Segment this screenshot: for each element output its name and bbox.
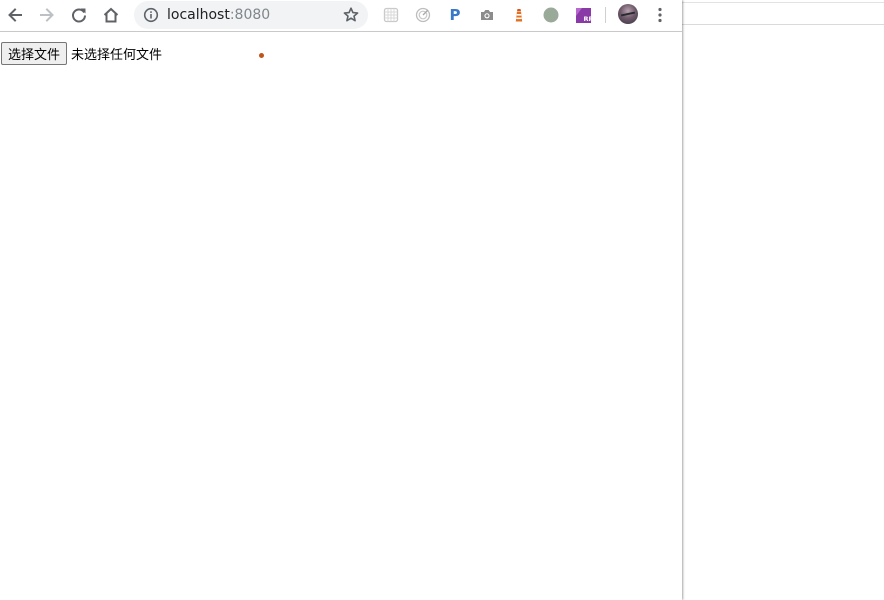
choose-file-button[interactable]: 选择文件 [1, 42, 68, 65]
menu-dots-icon[interactable] [652, 5, 668, 25]
ext-lighthouse-icon[interactable] [510, 6, 528, 24]
ext-p-label: P [449, 6, 461, 24]
ext-rp-icon[interactable]: RP [574, 6, 592, 24]
file-input[interactable]: 选择文件 未选择任何文件 [1, 42, 162, 65]
browser-window: localhost:8080 P RP 选择文件 未选择任何文件 [0, 0, 682, 600]
svg-text:RP: RP [583, 15, 592, 23]
home-icon [103, 7, 119, 23]
url-port: :8080 [229, 7, 271, 23]
file-status-text: 未选择任何文件 [71, 48, 163, 63]
page-content: 选择文件 未选择任何文件 [0, 32, 682, 600]
url-text[interactable]: localhost:8080 [167, 6, 270, 24]
back-arrow-icon [8, 8, 22, 22]
reload-button[interactable] [67, 3, 91, 27]
divider [682, 2, 884, 3]
ext-target-icon[interactable] [414, 6, 432, 24]
background-window [682, 0, 884, 600]
ext-grid-icon[interactable] [382, 6, 400, 24]
home-button[interactable] [99, 3, 123, 27]
forward-arrow-icon [40, 8, 54, 22]
ext-circle-icon[interactable] [542, 6, 560, 24]
profile-avatar[interactable] [618, 4, 638, 24]
info-icon[interactable] [143, 7, 159, 23]
browser-toolbar: localhost:8080 P RP [0, 0, 682, 32]
divider [682, 24, 884, 25]
ext-camera-icon[interactable] [478, 6, 496, 24]
address-bar[interactable]: localhost:8080 [134, 1, 368, 29]
reload-icon [72, 8, 86, 23]
back-button[interactable] [3, 3, 27, 27]
cursor-dot [259, 53, 264, 58]
ext-p-icon[interactable]: P [446, 6, 464, 24]
url-host: localhost [167, 7, 230, 23]
forward-button[interactable] [35, 3, 59, 27]
bookmark-star-icon[interactable] [342, 6, 360, 24]
toolbar-separator [605, 7, 606, 23]
